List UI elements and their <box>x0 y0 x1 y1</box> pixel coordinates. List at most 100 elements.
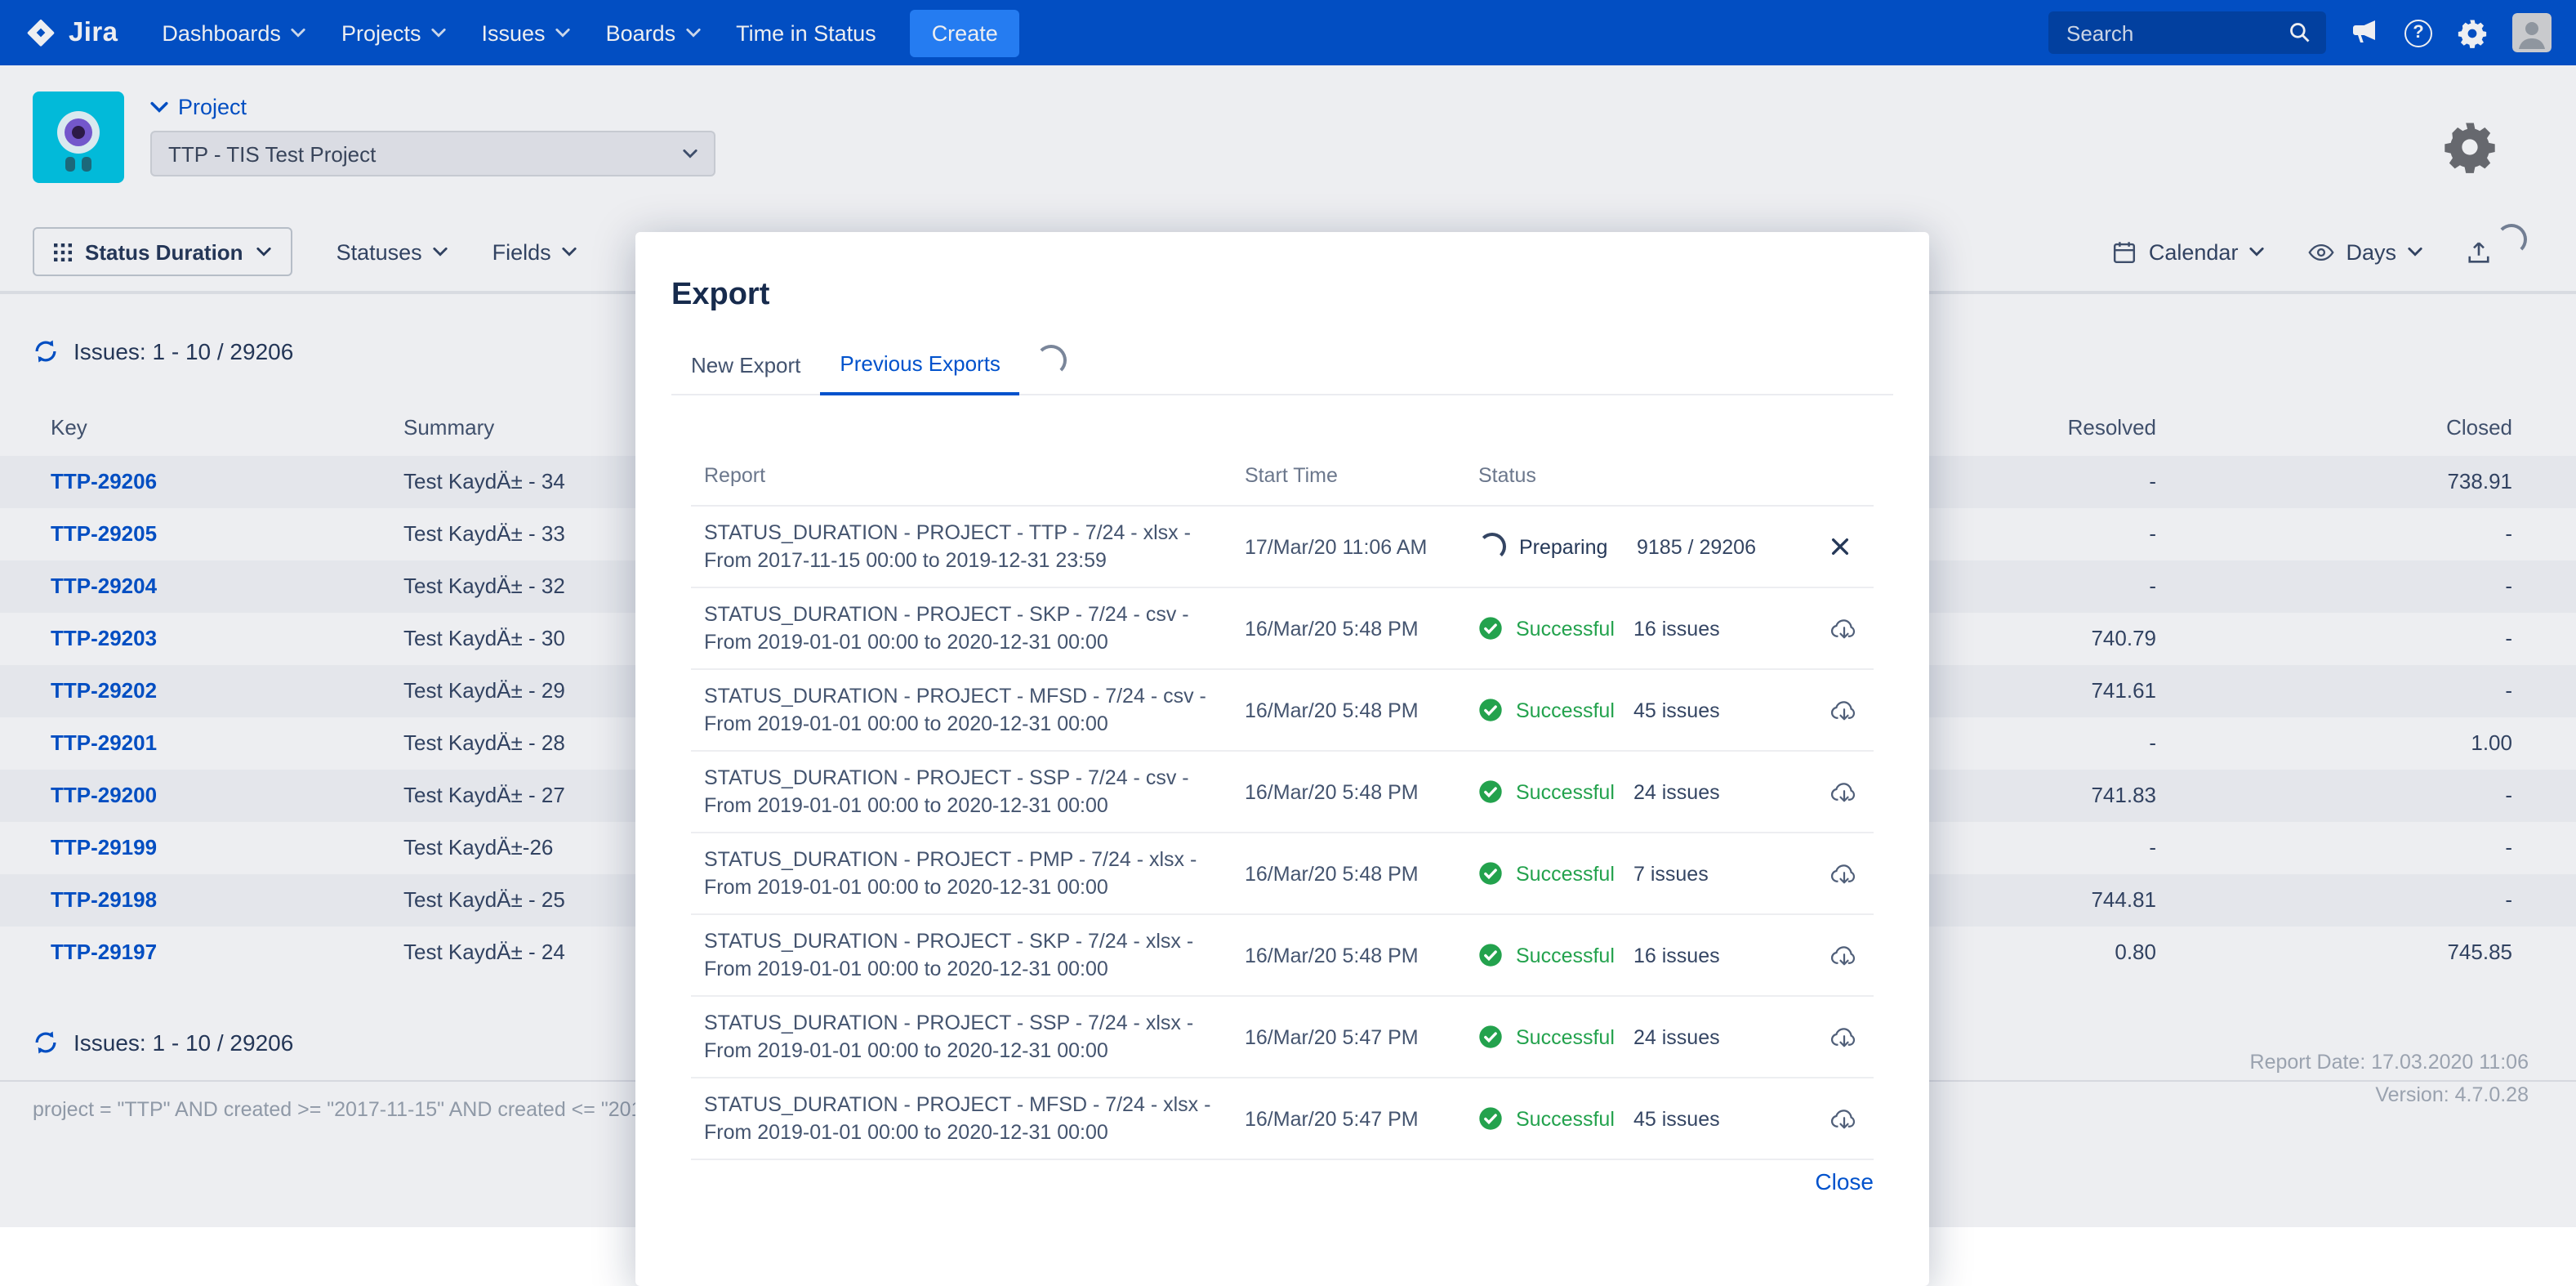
export-start-time: 16/Mar/20 5:48 PM <box>1232 780 1465 803</box>
download-export-icon[interactable] <box>1829 860 1859 887</box>
export-column-start-time: Start Time <box>1232 464 1465 487</box>
export-start-time: 16/Mar/20 5:48 PM <box>1232 617 1465 640</box>
export-status-label: Successful <box>1516 780 1620 803</box>
export-report: STATUS_DURATION - PROJECT - TTP - 7/24 -… <box>691 520 1232 574</box>
export-row: STATUS_DURATION - PROJECT - SSP - 7/24 -… <box>691 997 1874 1078</box>
export-report: STATUS_DURATION - PROJECT - SKP - 7/24 -… <box>691 601 1232 655</box>
export-status-detail: 45 issues <box>1633 699 1720 721</box>
download-export-icon[interactable] <box>1829 614 1859 642</box>
export-report-line2: From 2019-01-01 00:00 to 2020-12-31 00:0… <box>704 628 1232 655</box>
export-status-detail: 16 issues <box>1633 617 1720 640</box>
export-action <box>1816 696 1874 724</box>
tab-previous-exports[interactable]: Previous Exports <box>820 338 1020 395</box>
export-start-time: 16/Mar/20 5:48 PM <box>1232 862 1465 885</box>
export-report-line2: From 2019-01-01 00:00 to 2020-12-31 00:0… <box>704 873 1232 900</box>
export-column-report: Report <box>691 464 1232 487</box>
export-status-detail: 16 issues <box>1633 944 1720 967</box>
export-action <box>1816 536 1874 557</box>
cancel-export-icon[interactable] <box>1829 536 1851 557</box>
export-row: STATUS_DURATION - PROJECT - SKP - 7/24 -… <box>691 915 1874 997</box>
export-status-detail: 7 issues <box>1633 862 1709 885</box>
export-status: Successful 45 issues <box>1465 1106 1816 1131</box>
export-status-label: Successful <box>1516 617 1620 640</box>
export-report-line1: STATUS_DURATION - PROJECT - TTP - 7/24 -… <box>704 520 1232 547</box>
export-report: STATUS_DURATION - PROJECT - SKP - 7/24 -… <box>691 928 1232 982</box>
export-modal: Export New Export Previous Exports Repor… <box>635 232 1929 1286</box>
export-status: Successful 45 issues <box>1465 698 1816 722</box>
export-report-line1: STATUS_DURATION - PROJECT - SSP - 7/24 -… <box>704 765 1232 792</box>
modal-title: Export <box>671 278 1929 314</box>
success-check-icon <box>1478 616 1503 641</box>
export-status: Successful 16 issues <box>1465 616 1816 641</box>
success-check-icon <box>1478 861 1503 886</box>
export-report: STATUS_DURATION - PROJECT - PMP - 7/24 -… <box>691 846 1232 900</box>
export-status-detail: 24 issues <box>1633 780 1720 803</box>
success-check-icon <box>1478 943 1503 967</box>
export-status-detail: 24 issues <box>1633 1025 1720 1048</box>
export-report-line1: STATUS_DURATION - PROJECT - MFSD - 7/24 … <box>704 1092 1232 1119</box>
export-report-line1: STATUS_DURATION - PROJECT - PMP - 7/24 -… <box>704 846 1232 873</box>
export-start-time: 17/Mar/20 11:06 AM <box>1232 535 1465 558</box>
export-status: Successful 7 issues <box>1465 861 1816 886</box>
export-row: STATUS_DURATION - PROJECT - MFSD - 7/24 … <box>691 670 1874 752</box>
download-export-icon[interactable] <box>1829 778 1859 806</box>
preparing-spinner-icon <box>1478 533 1506 560</box>
tab-new-export[interactable]: New Export <box>671 339 820 393</box>
export-status-label: Successful <box>1516 862 1620 885</box>
export-status-label: Preparing <box>1519 535 1624 558</box>
success-check-icon <box>1478 779 1503 804</box>
download-export-icon[interactable] <box>1829 1023 1859 1051</box>
export-status: Successful 24 issues <box>1465 779 1816 804</box>
export-report: STATUS_DURATION - PROJECT - SSP - 7/24 -… <box>691 765 1232 819</box>
success-check-icon <box>1478 1025 1503 1049</box>
export-status-label: Successful <box>1516 1025 1620 1048</box>
export-report-line1: STATUS_DURATION - PROJECT - MFSD - 7/24 … <box>704 683 1232 710</box>
success-check-icon <box>1478 1106 1503 1131</box>
export-row: STATUS_DURATION - PROJECT - MFSD - 7/24 … <box>691 1078 1874 1160</box>
export-row: STATUS_DURATION - PROJECT - PMP - 7/24 -… <box>691 833 1874 915</box>
export-report-line1: STATUS_DURATION - PROJECT - SKP - 7/24 -… <box>704 928 1232 955</box>
export-report-line2: From 2019-01-01 00:00 to 2020-12-31 00:0… <box>704 710 1232 737</box>
export-status: Preparing 9185 / 29206 <box>1465 533 1816 560</box>
export-status-label: Successful <box>1516 1107 1620 1130</box>
export-status-detail: 9185 / 29206 <box>1637 535 1756 558</box>
export-start-time: 16/Mar/20 5:47 PM <box>1232 1025 1465 1048</box>
export-report-line2: From 2019-01-01 00:00 to 2020-12-31 00:0… <box>704 955 1232 982</box>
export-rows: STATUS_DURATION - PROJECT - TTP - 7/24 -… <box>691 507 1874 1160</box>
download-export-icon[interactable] <box>1829 1105 1859 1132</box>
export-report: STATUS_DURATION - PROJECT - SSP - 7/24 -… <box>691 1010 1232 1064</box>
export-report-line2: From 2019-01-01 00:00 to 2020-12-31 00:0… <box>704 792 1232 819</box>
export-action <box>1816 1023 1874 1051</box>
modal-tabs: New Export Previous Exports <box>671 338 1893 395</box>
export-status-label: Successful <box>1516 944 1620 967</box>
export-report: STATUS_DURATION - PROJECT - MFSD - 7/24 … <box>691 1092 1232 1145</box>
app: Jira Dashboards Projects Issues Boards T… <box>0 0 2576 1227</box>
export-status-label: Successful <box>1516 699 1620 721</box>
export-report-line2: From 2019-01-01 00:00 to 2020-12-31 00:0… <box>704 1119 1232 1145</box>
export-row: STATUS_DURATION - PROJECT - TTP - 7/24 -… <box>691 507 1874 588</box>
export-start-time: 16/Mar/20 5:48 PM <box>1232 699 1465 721</box>
export-table-header: Report Start Time Status <box>691 464 1874 507</box>
export-action <box>1816 1105 1874 1132</box>
export-action <box>1816 860 1874 887</box>
export-action <box>1816 941 1874 969</box>
export-report-line1: STATUS_DURATION - PROJECT - SKP - 7/24 -… <box>704 601 1232 628</box>
tab-loading-spinner <box>1036 344 1067 375</box>
export-row: STATUS_DURATION - PROJECT - SKP - 7/24 -… <box>691 588 1874 670</box>
export-status-detail: 45 issues <box>1633 1107 1720 1130</box>
export-start-time: 16/Mar/20 5:47 PM <box>1232 1107 1465 1130</box>
export-start-time: 16/Mar/20 5:48 PM <box>1232 944 1465 967</box>
export-status: Successful 16 issues <box>1465 943 1816 967</box>
download-export-icon[interactable] <box>1829 941 1859 969</box>
download-export-icon[interactable] <box>1829 696 1859 724</box>
success-check-icon <box>1478 698 1503 722</box>
export-row: STATUS_DURATION - PROJECT - SSP - 7/24 -… <box>691 752 1874 833</box>
export-report-line2: From 2017-11-15 00:00 to 2019-12-31 23:5… <box>704 547 1232 574</box>
export-report-line1: STATUS_DURATION - PROJECT - SSP - 7/24 -… <box>704 1010 1232 1037</box>
export-action <box>1816 778 1874 806</box>
export-report: STATUS_DURATION - PROJECT - MFSD - 7/24 … <box>691 683 1232 737</box>
close-button[interactable]: Close <box>1815 1168 1874 1194</box>
export-report-line2: From 2019-01-01 00:00 to 2020-12-31 00:0… <box>704 1037 1232 1064</box>
export-column-status: Status <box>1465 464 1816 487</box>
export-status: Successful 24 issues <box>1465 1025 1816 1049</box>
